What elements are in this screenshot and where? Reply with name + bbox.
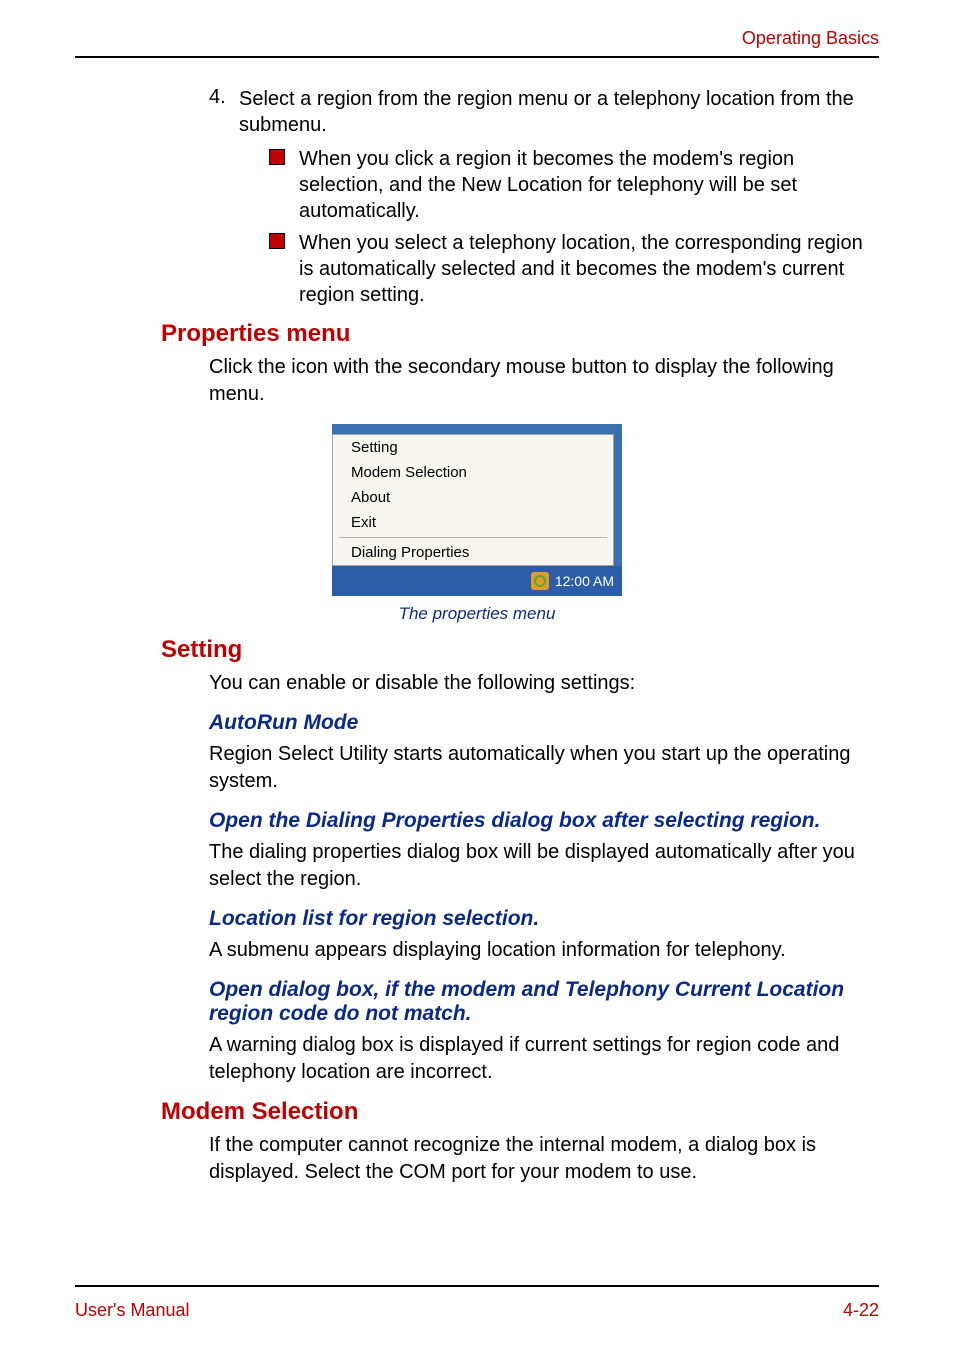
footer-left: User's Manual bbox=[75, 1300, 189, 1321]
page-content: 4. Select a region from the region menu … bbox=[75, 82, 879, 1192]
menu-item-exit[interactable]: Exit bbox=[333, 510, 613, 535]
subheading-open-dialing: Open the Dialing Properties dialog box a… bbox=[209, 809, 879, 833]
menu-item-dialing-properties[interactable]: Dialing Properties bbox=[333, 540, 613, 565]
menu-separator bbox=[339, 537, 607, 538]
bullet-text: When you select a telephony location, th… bbox=[299, 230, 879, 308]
modem-selection-body: If the computer cannot recognize the int… bbox=[209, 1132, 879, 1186]
bullet-text: When you click a region it becomes the m… bbox=[299, 146, 879, 224]
context-menu: Setting Modem Selection About Exit Diali… bbox=[332, 434, 614, 566]
setting-intro: You can enable or disable the following … bbox=[209, 670, 879, 697]
subheading-autorun: AutoRun Mode bbox=[209, 711, 879, 735]
taskbar-clock: 12:00 AM bbox=[555, 573, 614, 589]
properties-menu-figure: Setting Modem Selection About Exit Diali… bbox=[75, 424, 879, 596]
menu-item-about[interactable]: About bbox=[333, 485, 613, 510]
location-list-body: A submenu appears displaying location in… bbox=[209, 937, 879, 964]
context-menu-screenshot: Setting Modem Selection About Exit Diali… bbox=[332, 424, 622, 596]
step-number: 4. bbox=[209, 86, 239, 138]
mismatch-body: A warning dialog box is displayed if cur… bbox=[209, 1032, 879, 1086]
menu-item-modem-selection[interactable]: Modem Selection bbox=[333, 460, 613, 485]
step-4: 4. Select a region from the region menu … bbox=[209, 86, 879, 138]
bullet-item: When you click a region it becomes the m… bbox=[269, 146, 879, 224]
square-bullet-icon bbox=[269, 149, 285, 165]
heading-setting: Setting bbox=[161, 636, 879, 664]
bullet-item: When you select a telephony location, th… bbox=[269, 230, 879, 308]
properties-menu-body: Click the icon with the secondary mouse … bbox=[209, 354, 879, 408]
header-rule bbox=[75, 56, 879, 58]
subheading-mismatch: Open dialog box, if the modem and Teleph… bbox=[209, 978, 879, 1026]
square-bullet-icon bbox=[269, 233, 285, 249]
footer-right: 4-22 bbox=[843, 1300, 879, 1321]
footer-rule bbox=[75, 1285, 879, 1287]
step-text: Select a region from the region menu or … bbox=[239, 86, 879, 138]
heading-modem-selection: Modem Selection bbox=[161, 1098, 879, 1126]
tray-globe-icon[interactable] bbox=[531, 572, 549, 590]
heading-properties-menu: Properties menu bbox=[161, 320, 879, 348]
header-section: Operating Basics bbox=[742, 28, 879, 49]
open-dialing-body: The dialing properties dialog box will b… bbox=[209, 839, 879, 893]
subheading-location-list: Location list for region selection. bbox=[209, 907, 879, 931]
figure-caption: The properties menu bbox=[75, 604, 879, 624]
taskbar: 12:00 AM bbox=[332, 566, 622, 596]
autorun-body: Region Select Utility starts automatical… bbox=[209, 741, 879, 795]
menu-item-setting[interactable]: Setting bbox=[333, 435, 613, 460]
